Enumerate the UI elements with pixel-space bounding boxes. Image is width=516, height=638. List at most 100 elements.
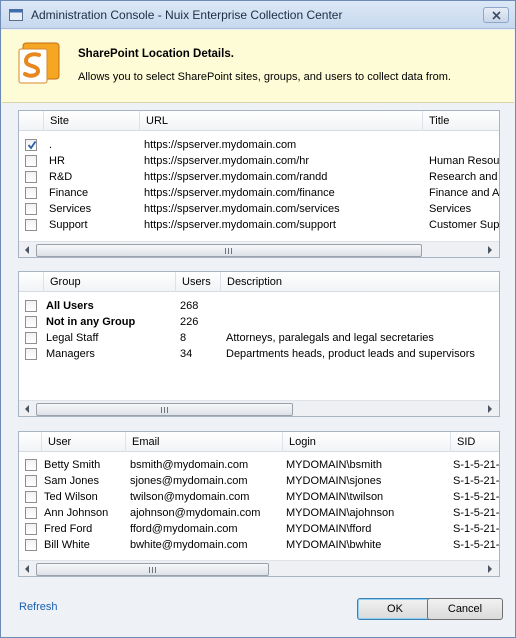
banner-description: Allows you to select SharePoint sites, g… (78, 71, 451, 83)
users-table[interactable]: User Email Login SID Betty Smith bsmith@m… (18, 431, 500, 577)
row-checkbox[interactable] (25, 348, 37, 360)
users-header-checkbox-col (19, 432, 41, 452)
groups-header-description[interactable]: Description (220, 272, 499, 292)
site-row[interactable]: Support https://spserver.mydomain.com/sup… (19, 217, 499, 233)
group-row[interactable]: All Users 268 (19, 298, 499, 314)
row-checkbox[interactable] (25, 507, 37, 519)
users-header-email[interactable]: Email (125, 432, 282, 452)
scroll-thumb[interactable] (36, 563, 269, 576)
sites-cell-url: https://spserver.mydomain.com (144, 139, 297, 151)
users-horizontal-scrollbar[interactable] (19, 560, 499, 576)
ok-button[interactable]: OK (357, 598, 433, 620)
scroll-thumb[interactable] (36, 244, 422, 257)
row-checkbox[interactable] (25, 171, 37, 183)
scroll-thumb[interactable] (36, 403, 293, 416)
sites-cell-url: https://spserver.mydomain.com/finance (144, 187, 335, 199)
user-row[interactable]: Ted Wilson twilson@mydomain.com MYDOMAIN\t… (19, 489, 499, 505)
users-cell-email: bwhite@mydomain.com (130, 539, 248, 551)
group-row[interactable]: Legal Staff 8 Attorneys, paralegals and le… (19, 330, 499, 346)
groups-cell-users: 34 (180, 348, 193, 360)
users-header-sid[interactable]: SID (450, 432, 499, 452)
sites-cell-site: . (49, 139, 53, 151)
scroll-left-arrow[interactable] (19, 561, 36, 576)
sites-horizontal-scrollbar[interactable] (19, 241, 499, 257)
users-cell-login: MYDOMAIN\sjones (286, 475, 382, 487)
sites-table[interactable]: Site URL Title . https://spserver.mydomai… (18, 110, 500, 258)
sites-cell-title: Research and (429, 171, 498, 183)
window-title: Administration Console - Nuix Enterprise… (31, 8, 343, 22)
sites-header-title[interactable]: Title (422, 111, 499, 131)
sites-table-header: Site URL Title (19, 111, 499, 131)
scroll-left-arrow[interactable] (19, 242, 36, 257)
refresh-link[interactable]: Refresh (19, 601, 58, 613)
scroll-left-arrow[interactable] (19, 401, 36, 416)
groups-table[interactable]: Group Users Description All Users 268 Not … (18, 271, 500, 417)
sites-cell-title: Finance and A (429, 187, 500, 199)
site-row[interactable]: HR https://spserver.mydomain.com/hr Human … (19, 153, 499, 169)
chevron-right-icon (488, 565, 492, 573)
row-checkbox[interactable] (25, 332, 37, 344)
sites-cell-title (429, 137, 499, 153)
groups-cell-description: Attorneys, paralegals and legal secretar… (226, 332, 434, 344)
user-row[interactable]: Betty Smith bsmith@mydomain.com MYDOMAIN\b… (19, 457, 499, 473)
sites-header-url[interactable]: URL (139, 111, 422, 131)
groups-cell-group: Legal Staff (46, 332, 99, 344)
row-checkbox[interactable] (25, 459, 37, 471)
groups-horizontal-scrollbar[interactable] (19, 400, 499, 416)
row-checkbox[interactable] (25, 539, 37, 551)
sites-cell-site: Support (49, 219, 88, 231)
scroll-right-arrow[interactable] (482, 242, 499, 257)
row-checkbox[interactable] (25, 523, 37, 535)
users-cell-user: Bill White (44, 539, 90, 551)
row-checkbox[interactable] (25, 300, 37, 312)
chevron-right-icon (488, 246, 492, 254)
sites-header-site[interactable]: Site (43, 111, 139, 131)
row-checkbox[interactable] (25, 187, 37, 199)
row-checkbox[interactable] (25, 475, 37, 487)
group-row[interactable]: Not in any Group 226 (19, 314, 499, 330)
sites-cell-site: Services (49, 203, 92, 215)
groups-header-users[interactable]: Users (175, 272, 220, 292)
user-row[interactable]: Ann Johnson ajohnson@mydomain.com MYDOMAIN… (19, 505, 499, 521)
close-icon (492, 11, 501, 20)
users-cell-sid: S-1-5-21- (453, 491, 500, 503)
sites-cell-title: Services (429, 203, 472, 215)
user-row[interactable]: Fred Ford fford@mydomain.com MYDOMAIN\ffor… (19, 521, 499, 537)
dialog-window: Administration Console - Nuix Enterprise… (0, 0, 516, 638)
groups-cell-users: 268 (180, 300, 199, 312)
users-table-header: User Email Login SID (19, 432, 499, 452)
row-checkbox[interactable] (25, 203, 37, 215)
site-row[interactable]: Finance https://spserver.mydomain.com/fin… (19, 185, 499, 201)
groups-header-checkbox-col (19, 272, 43, 292)
row-checkbox[interactable] (25, 155, 37, 167)
users-header-login[interactable]: Login (282, 432, 450, 452)
users-cell-user: Betty Smith (44, 459, 101, 471)
row-checkbox[interactable] (25, 139, 37, 151)
scroll-right-arrow[interactable] (482, 401, 499, 416)
groups-header-group[interactable]: Group (43, 272, 175, 292)
title-bar[interactable]: Administration Console - Nuix Enterprise… (1, 1, 515, 29)
sites-cell-url: https://spserver.mydomain.com/hr (144, 155, 310, 167)
user-row[interactable]: Bill White bwhite@mydomain.com MYDOMAIN\bw… (19, 537, 499, 553)
users-cell-user: Ted Wilson (44, 491, 98, 503)
site-row[interactable]: R&D https://spserver.mydomain.com/randd Re… (19, 169, 499, 185)
sites-cell-url: https://spserver.mydomain.com/randd (144, 171, 328, 183)
row-checkbox[interactable] (25, 219, 37, 231)
user-row[interactable]: Sam Jones sjones@mydomain.com MYDOMAIN\sjo… (19, 473, 499, 489)
users-cell-sid: S-1-5-21- (453, 459, 500, 471)
cancel-button[interactable]: Cancel (427, 598, 503, 620)
chevron-right-icon (488, 405, 492, 413)
users-cell-sid: S-1-5-21- (453, 539, 500, 551)
close-button[interactable] (483, 7, 509, 23)
scroll-right-arrow[interactable] (482, 561, 499, 576)
row-checkbox[interactable] (25, 316, 37, 328)
site-row[interactable]: . https://spserver.mydomain.com (19, 137, 499, 153)
groups-table-header: Group Users Description (19, 272, 499, 292)
row-checkbox[interactable] (25, 491, 37, 503)
checkmark-icon (27, 140, 37, 150)
group-row[interactable]: Managers 34 Departments heads, product lea… (19, 346, 499, 362)
sites-cell-url: https://spserver.mydomain.com/services (144, 203, 340, 215)
groups-cell-group: Managers (46, 348, 95, 360)
users-header-user[interactable]: User (41, 432, 125, 452)
site-row[interactable]: Services https://spserver.mydomain.com/se… (19, 201, 499, 217)
